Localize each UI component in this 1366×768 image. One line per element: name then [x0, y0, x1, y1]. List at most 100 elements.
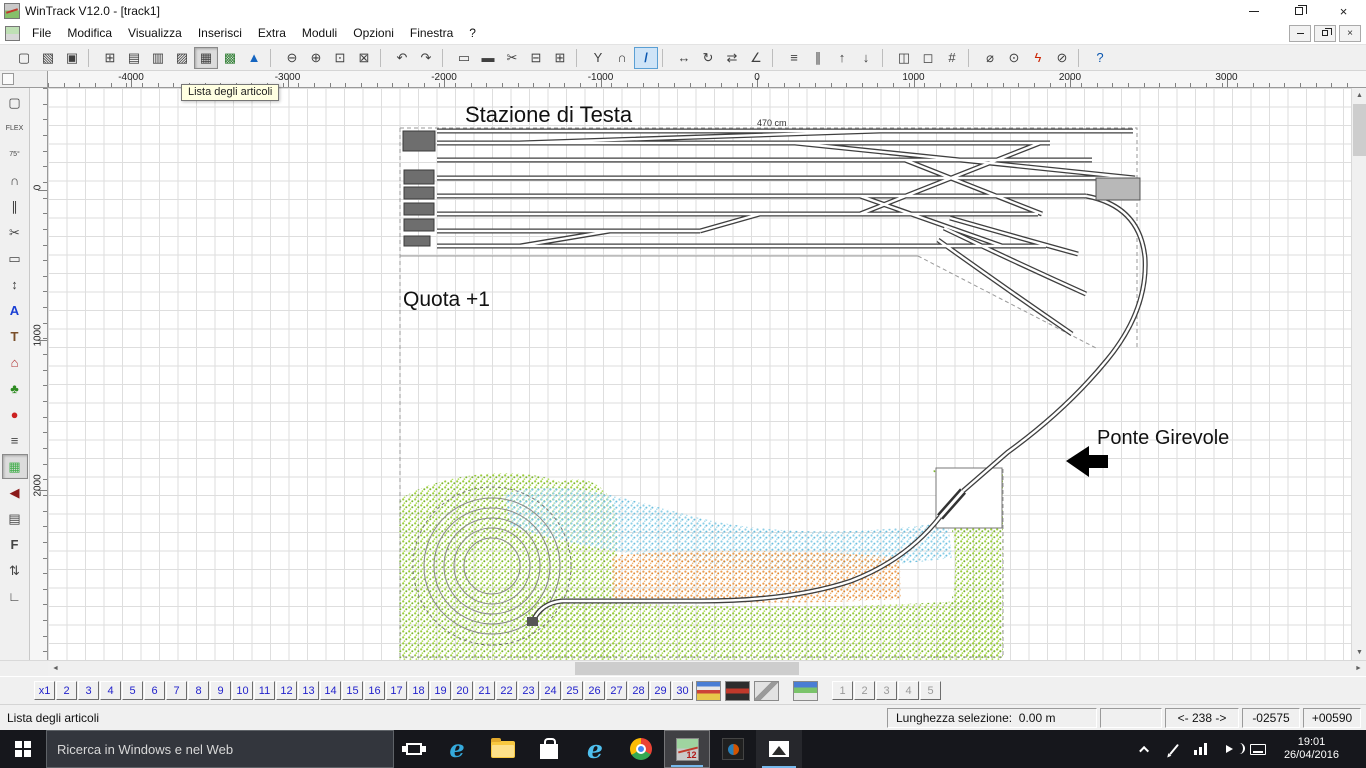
station-platforms[interactable]	[403, 131, 435, 246]
page-button-15[interactable]: 15	[342, 681, 363, 700]
network-tray-button[interactable]	[1194, 730, 1210, 768]
page-button-20[interactable]: 20	[452, 681, 473, 700]
flex-75-icon[interactable]: 75°	[2, 142, 28, 167]
slope-tool-icon[interactable]: /	[634, 47, 658, 69]
page-button-28[interactable]: 28	[628, 681, 649, 700]
scroll-left-icon[interactable]: ◄	[48, 661, 63, 676]
page-button-27[interactable]: 27	[606, 681, 627, 700]
aux-page-button-4[interactable]: 4	[898, 681, 919, 700]
tree-icon[interactable]: ♣	[2, 376, 28, 401]
raise-level-icon[interactable]: ↑	[830, 47, 854, 69]
page-button-12[interactable]: 12	[276, 681, 297, 700]
ungroup-icon[interactable]: ◻	[916, 47, 940, 69]
search-box[interactable]: Ricerca in Windows e nel Web	[46, 730, 394, 768]
menu-item-opzioni[interactable]: Opzioni	[345, 23, 402, 43]
mdi-close-button[interactable]: ×	[1339, 25, 1361, 42]
scroll-down-icon[interactable]: ▼	[1352, 645, 1366, 660]
edge-taskbar-button[interactable]: e	[434, 730, 480, 768]
menu-item-moduli[interactable]: Moduli	[294, 23, 345, 43]
page-button-29[interactable]: 29	[650, 681, 671, 700]
ruler-origin-button[interactable]	[2, 73, 14, 85]
mdi-minimize-button[interactable]	[1289, 25, 1311, 42]
page-button-10[interactable]: 10	[232, 681, 253, 700]
letter-f-icon[interactable]: F	[2, 532, 28, 557]
marker-icon[interactable]: ●	[2, 402, 28, 427]
scroll-up-icon[interactable]: ▲	[1352, 88, 1366, 103]
internet-explorer-taskbar-button[interactable]: e	[572, 730, 618, 768]
photos-taskbar-button[interactable]	[756, 730, 802, 768]
parallel-track-icon[interactable]: ∥	[2, 194, 28, 219]
branch-track-icon[interactable]: Y	[586, 47, 610, 69]
clock[interactable]: 19:01 26/04/2016	[1278, 736, 1345, 762]
tray-chevron-button[interactable]	[1138, 730, 1154, 768]
file-explorer-taskbar-button[interactable]	[480, 730, 526, 768]
article-list-icon[interactable]: ▦	[194, 47, 218, 69]
page-setup-icon[interactable]: ▥	[146, 47, 170, 69]
help-icon[interactable]: ?	[1088, 47, 1112, 69]
print-preview-icon[interactable]: ⊞	[98, 47, 122, 69]
cut-icon[interactable]: ✂	[500, 47, 524, 69]
page-button-24[interactable]: 24	[540, 681, 561, 700]
page-button-2[interactable]: 2	[56, 681, 77, 700]
flex-curve-icon[interactable]: ∩	[2, 168, 28, 193]
move-icon[interactable]: ↔	[672, 47, 696, 69]
paste-icon[interactable]: ⊞	[548, 47, 572, 69]
scroll-right-icon[interactable]: ►	[1351, 661, 1366, 676]
print-icon[interactable]: ▤	[122, 47, 146, 69]
aux-page-button-2[interactable]: 2	[854, 681, 875, 700]
page-button-16[interactable]: 16	[364, 681, 385, 700]
select-area-icon[interactable]: ▢	[2, 90, 28, 115]
decoder-icon[interactable]: ▤	[2, 506, 28, 531]
swing-bridge-box[interactable]	[936, 468, 1002, 528]
plan-blue-icon[interactable]	[793, 681, 818, 701]
copy-icon[interactable]: ⊟	[524, 47, 548, 69]
horizontal-scroll-thumb[interactable]	[575, 662, 799, 675]
wintrack-taskbar-button[interactable]	[664, 730, 710, 768]
undo-icon[interactable]: ↶	[390, 47, 414, 69]
cut-track-icon[interactable]: ✂	[2, 220, 28, 245]
building-icon[interactable]: ⌂	[2, 350, 28, 375]
zoom-out-icon[interactable]: ⊖	[280, 47, 304, 69]
measure-tool-icon[interactable]: ∟	[2, 584, 28, 609]
curve-tool-icon[interactable]: ∩	[610, 47, 634, 69]
start-button[interactable]	[0, 730, 46, 768]
page-button-30[interactable]: 30	[672, 681, 693, 700]
aux-page-button-3[interactable]: 3	[876, 681, 897, 700]
measure-icon[interactable]: ⌀	[978, 47, 1002, 69]
page-button-21[interactable]: 21	[474, 681, 495, 700]
page-button-9[interactable]: 9	[210, 681, 231, 700]
paint-taskbar-button[interactable]	[710, 730, 756, 768]
zoom-window-icon[interactable]: ⊡	[328, 47, 352, 69]
redo-icon[interactable]: ↷	[414, 47, 438, 69]
pen-tray-button[interactable]	[1166, 730, 1182, 768]
track-plan[interactable]: Stazione di Testa Quota +1 Ponte Girevol…	[48, 88, 1351, 660]
flex-track-icon[interactable]: FLEX	[2, 116, 28, 141]
rotate-icon[interactable]: ↻	[696, 47, 720, 69]
page-button-6[interactable]: 6	[144, 681, 165, 700]
list-tool-icon[interactable]: ≡	[2, 428, 28, 453]
track-list-icon[interactable]: ▬	[476, 47, 500, 69]
distribute-icon[interactable]: ∥	[806, 47, 830, 69]
close-button[interactable]: ×	[1321, 0, 1366, 22]
page-button-5[interactable]: 5	[122, 681, 143, 700]
vertical-scrollbar[interactable]: ▲ ▼	[1351, 88, 1366, 660]
plan-canvas[interactable]: Stazione di Testa Quota +1 Ponte Girevol…	[48, 88, 1351, 660]
angle-icon[interactable]: ∠	[744, 47, 768, 69]
page-button-13[interactable]: 13	[298, 681, 319, 700]
vertical-scroll-thumb[interactable]	[1353, 104, 1366, 156]
plan-gray-icon[interactable]	[754, 681, 779, 701]
menu-item-visualizza[interactable]: Visualizza	[120, 23, 190, 43]
save-icon[interactable]: ▣	[60, 47, 84, 69]
menu-item-extra[interactable]: Extra	[250, 23, 294, 43]
plan-layers-icon[interactable]	[696, 681, 721, 701]
chrome-taskbar-button[interactable]	[618, 730, 664, 768]
zoom-all-icon[interactable]: ⊠	[352, 47, 376, 69]
page-button-18[interactable]: 18	[408, 681, 429, 700]
view-3d-icon[interactable]: ▲	[242, 47, 266, 69]
store-taskbar-button[interactable]	[526, 730, 572, 768]
minimize-button[interactable]	[1231, 0, 1276, 22]
page-button-23[interactable]: 23	[518, 681, 539, 700]
label-tool-icon[interactable]: T	[2, 324, 28, 349]
height-tool-icon[interactable]: ⇅	[2, 558, 28, 583]
lower-level-icon[interactable]: ↓	[854, 47, 878, 69]
